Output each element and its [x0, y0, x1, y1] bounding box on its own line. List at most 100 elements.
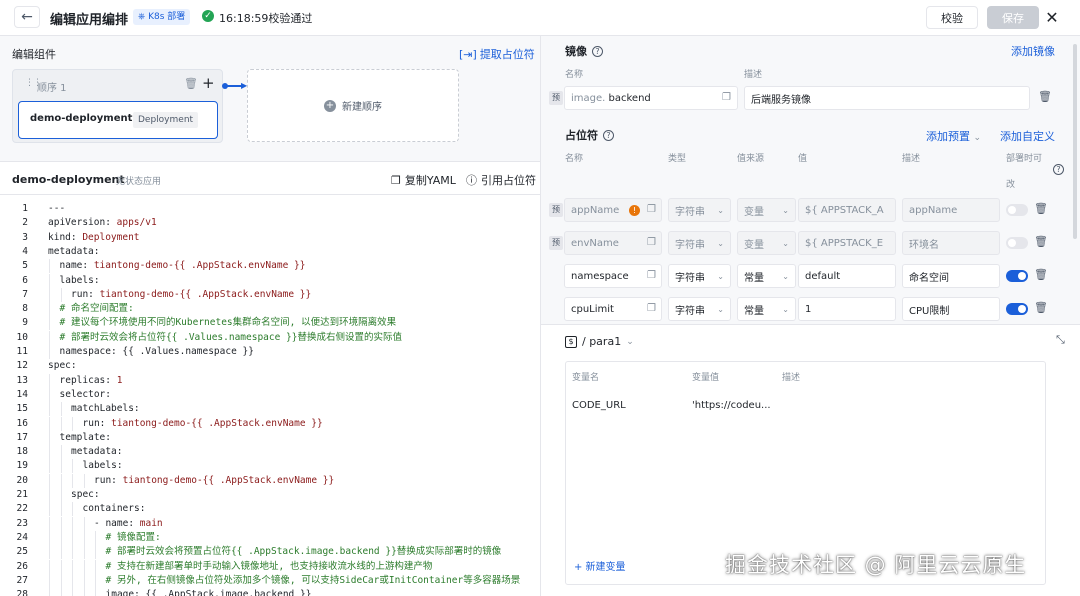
- code-token: matchLabels:: [71, 403, 140, 415]
- indent-guide: [83, 573, 85, 588]
- image-title: 镜像: [565, 45, 587, 58]
- new-stage-label: 新建顺序: [342, 102, 382, 113]
- value-input[interactable]: ${ APPSTACK_E: [798, 231, 896, 255]
- code-token: # 部署时云效会将占位符{{ .Values.namespace }}替换成右侧…: [59, 331, 403, 343]
- plus-icon[interactable]: +: [202, 74, 215, 92]
- source-value: 变量: [744, 239, 764, 251]
- value-input[interactable]: default: [798, 264, 896, 288]
- variable-group-header[interactable]: $ / para1 ⌄: [565, 335, 634, 348]
- help-icon[interactable]: ?: [603, 129, 614, 141]
- copy-icon[interactable]: ❐: [647, 237, 656, 248]
- desc-input[interactable]: appName: [902, 198, 1000, 222]
- indent-guide: [60, 287, 62, 302]
- copy-icon[interactable]: ❐: [647, 270, 656, 281]
- trash-icon[interactable]: 🗑: [1034, 301, 1048, 314]
- scrollbar[interactable]: [1073, 44, 1077, 239]
- add-preset-label: 添加预置: [926, 130, 970, 143]
- indent-guide: [60, 416, 62, 431]
- runtime-editable-toggle[interactable]: [1006, 303, 1028, 315]
- back-button[interactable]: ←: [14, 6, 40, 28]
- collapse-icon[interactable]: ⤡: [1056, 333, 1065, 347]
- copy-icon[interactable]: ❐: [647, 303, 656, 314]
- code-token: spec:: [71, 489, 100, 500]
- add-image-link[interactable]: 添加镜像: [1011, 43, 1055, 59]
- code-token: ---: [48, 203, 66, 214]
- source-select[interactable]: 常量 ⌄: [737, 264, 796, 288]
- add-preset-link[interactable]: 添加预置 ⌄: [926, 128, 981, 144]
- verify-button[interactable]: 校验: [926, 6, 978, 29]
- placeholder-name-input[interactable]: cpuLimit ❐: [564, 297, 662, 321]
- runtime-editable-toggle[interactable]: [1006, 204, 1028, 216]
- copy-yaml-button[interactable]: ❐ 复制YAML: [391, 172, 456, 188]
- code-token: kind:: [48, 231, 83, 243]
- type-select[interactable]: 字符串 ⌄: [668, 198, 731, 222]
- save-button[interactable]: 保存: [987, 6, 1039, 29]
- extract-placeholder-button[interactable]: [⇥] 提取占位符: [459, 46, 535, 62]
- indent-guide: [49, 488, 50, 502]
- trash-icon[interactable]: 🗑: [1038, 90, 1052, 103]
- left-panel: 编辑组件 [⇥] 提取占位符 ⋮⋮ 顺序 1 🗑 + demo-deploymen…: [0, 36, 541, 596]
- code-line: 11 namespace: {{ .Values.namespace }}: [0, 345, 540, 359]
- yaml-resource-name: demo-deployment: [12, 173, 125, 186]
- trash-icon[interactable]: 🗑: [1034, 268, 1048, 281]
- source-select[interactable]: 常量 ⌄: [737, 297, 796, 321]
- new-variable-button[interactable]: + 新建变量: [574, 558, 626, 573]
- add-custom-link[interactable]: 添加自定义: [1000, 128, 1055, 144]
- copy-icon[interactable]: ❐: [647, 204, 656, 215]
- type-select[interactable]: 字符串 ⌄: [668, 264, 731, 288]
- placeholder-title: 占位符: [565, 129, 598, 142]
- trash-icon[interactable]: 🗑: [1034, 235, 1048, 248]
- desc-input[interactable]: CPU限制: [902, 297, 1000, 321]
- image-name-input[interactable]: image. backend ❐: [564, 86, 738, 110]
- image-desc-input[interactable]: 后端服务镜像: [744, 86, 1030, 110]
- new-stage-button[interactable]: + 新建顺序: [247, 69, 459, 142]
- code-line: 22 containers:: [0, 502, 540, 517]
- code-text: # 命名空间配置:: [60, 302, 134, 316]
- code-line: 6 labels:: [0, 273, 540, 288]
- code-line: 28 image: {{ .AppStack.image.backend }}: [0, 588, 540, 596]
- code-text: # 支持在新建部署单时手动输入镜像地址, 也支持接收流水线的上游构建产物: [106, 560, 433, 574]
- chevron-down-icon: ⌄: [717, 206, 724, 215]
- yaml-code-editor[interactable]: 1 --- 2 apiVersion: apps/v1 3 kind: Deploymen…: [0, 202, 540, 596]
- help-icon[interactable]: ?: [1053, 164, 1064, 175]
- placeholder-name-input[interactable]: envName ❐: [564, 231, 662, 255]
- value-input[interactable]: 1: [798, 297, 896, 321]
- trash-icon[interactable]: 🗑: [184, 77, 198, 90]
- code-token: template:: [59, 431, 111, 443]
- source-select[interactable]: 变量 ⌄: [737, 198, 796, 222]
- runtime-editable-toggle[interactable]: [1006, 237, 1028, 249]
- line-number: 12: [16, 360, 28, 372]
- copy-icon[interactable]: ❐: [722, 92, 731, 103]
- desc-input[interactable]: 命名空间: [902, 264, 1000, 288]
- indent-guide: [49, 330, 50, 345]
- chevron-down-icon: ⌄: [782, 305, 789, 314]
- type-value: 字符串: [675, 272, 705, 284]
- chevron-down-icon: ⌄: [717, 305, 724, 314]
- code-text: labels:: [60, 274, 100, 288]
- close-icon[interactable]: ✕: [1044, 6, 1060, 28]
- code-line: 8 # 命名空间配置:: [0, 302, 540, 317]
- code-token: selector:: [59, 388, 111, 400]
- placeholder-name-input[interactable]: namespace ❐: [564, 264, 662, 288]
- runtime-editable-toggle[interactable]: [1006, 270, 1028, 282]
- code-line: 27 # 另外, 在右侧镜像占位符处添加多个镜像, 可以支持SideCar或Ini…: [0, 573, 540, 588]
- code-token: labels:: [59, 274, 100, 286]
- value-input[interactable]: ${ APPSTACK_A: [798, 198, 896, 222]
- var-col-value: 变量值: [692, 373, 720, 383]
- ref-placeholder-button[interactable]: ⓘ 引用占位符: [466, 172, 536, 188]
- variable-value[interactable]: 'https://codeu...: [692, 400, 771, 411]
- code-token: # 镜像配置:: [105, 531, 161, 543]
- code-text: # 部署时云效会将占位符{{ .Values.namespace }}替换成右侧…: [60, 331, 403, 345]
- source-select[interactable]: 变量 ⌄: [737, 231, 796, 255]
- deployment-card[interactable]: demo-deployment Deployment: [18, 101, 218, 139]
- trash-icon[interactable]: 🗑: [1034, 202, 1048, 215]
- line-number: 23: [16, 517, 28, 529]
- settings-panel: 镜像? 添加镜像 名称 描述 预 image. backend ❐ 后端服务镜像 …: [541, 36, 1080, 324]
- indent-guide: [49, 545, 50, 560]
- type-select[interactable]: 字符串 ⌄: [668, 231, 731, 255]
- help-icon[interactable]: ?: [592, 45, 603, 57]
- type-select[interactable]: 字符串 ⌄: [668, 297, 731, 321]
- placeholder-name-input[interactable]: appName! ❐: [564, 198, 662, 222]
- variable-name[interactable]: CODE_URL: [572, 400, 626, 411]
- desc-input[interactable]: 环境名: [902, 231, 1000, 255]
